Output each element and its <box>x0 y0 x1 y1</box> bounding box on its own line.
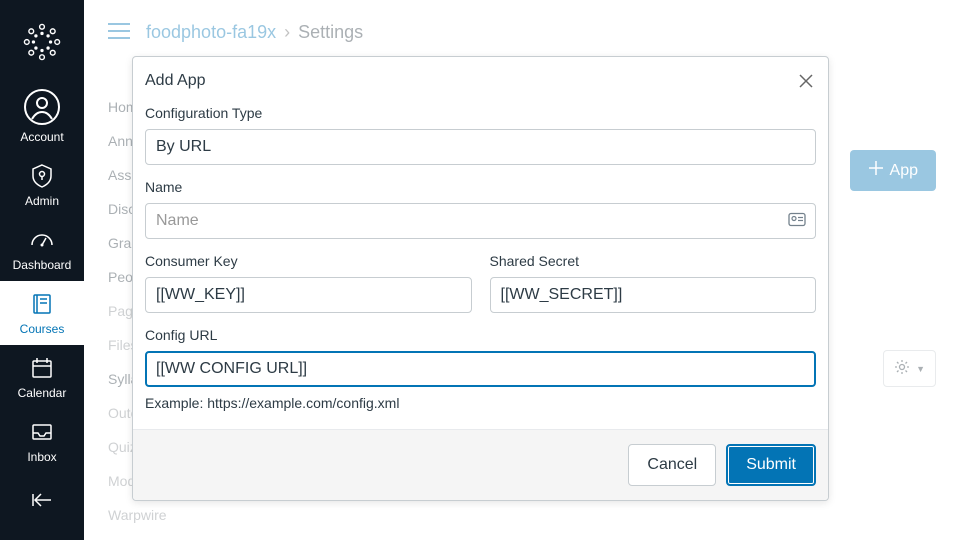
name-input[interactable] <box>145 203 816 239</box>
nav-label: Dashboard <box>13 258 72 272</box>
canvas-logo[interactable] <box>23 23 61 61</box>
nav-inbox[interactable]: Inbox <box>0 409 84 473</box>
user-circle-icon <box>24 89 60 125</box>
close-icon[interactable] <box>796 71 816 91</box>
shared-secret-input[interactable] <box>490 277 817 313</box>
config-url-input[interactable] <box>145 351 816 387</box>
shield-icon <box>29 163 55 189</box>
modal-body: Configuration Type Name Consumer Key Sha… <box>133 105 828 430</box>
config-url-label: Config URL <box>145 327 816 343</box>
config-type-select[interactable] <box>145 129 816 165</box>
contact-card-icon[interactable] <box>788 213 806 230</box>
collapse-icon <box>29 487 55 513</box>
dashboard-icon <box>29 227 55 253</box>
modal-header: Add App <box>133 57 828 105</box>
modal-footer: Cancel Submit <box>133 430 828 500</box>
modal-title: Add App <box>145 72 206 90</box>
nav-admin[interactable]: Admin <box>0 153 84 217</box>
shared-secret-label: Shared Secret <box>490 253 817 269</box>
inbox-icon <box>29 419 55 445</box>
nav-collapse[interactable] <box>0 473 84 532</box>
nav-calendar[interactable]: Calendar <box>0 345 84 409</box>
nav-label: Courses <box>20 322 65 336</box>
name-label: Name <box>145 179 816 195</box>
nav-label: Calendar <box>18 386 67 400</box>
book-icon <box>29 291 55 317</box>
example-text: Example: https://example.com/config.xml <box>145 395 816 411</box>
nav-label: Inbox <box>27 450 56 464</box>
nav-courses[interactable]: Courses <box>0 281 84 345</box>
add-app-modal: Add App Configuration Type Name Consumer… <box>132 56 829 501</box>
nav-dashboard[interactable]: Dashboard <box>0 217 84 281</box>
calendar-icon <box>29 355 55 381</box>
nav-label: Account <box>20 130 63 144</box>
submit-button[interactable]: Submit <box>726 444 816 486</box>
consumer-key-input[interactable] <box>145 277 472 313</box>
cancel-button[interactable]: Cancel <box>628 444 716 486</box>
nav-label: Admin <box>25 194 59 208</box>
config-type-label: Configuration Type <box>145 105 816 121</box>
nav-account[interactable]: Account <box>0 79 84 153</box>
global-nav: Account Admin Dashboard Courses Calendar… <box>0 0 84 540</box>
consumer-key-label: Consumer Key <box>145 253 472 269</box>
